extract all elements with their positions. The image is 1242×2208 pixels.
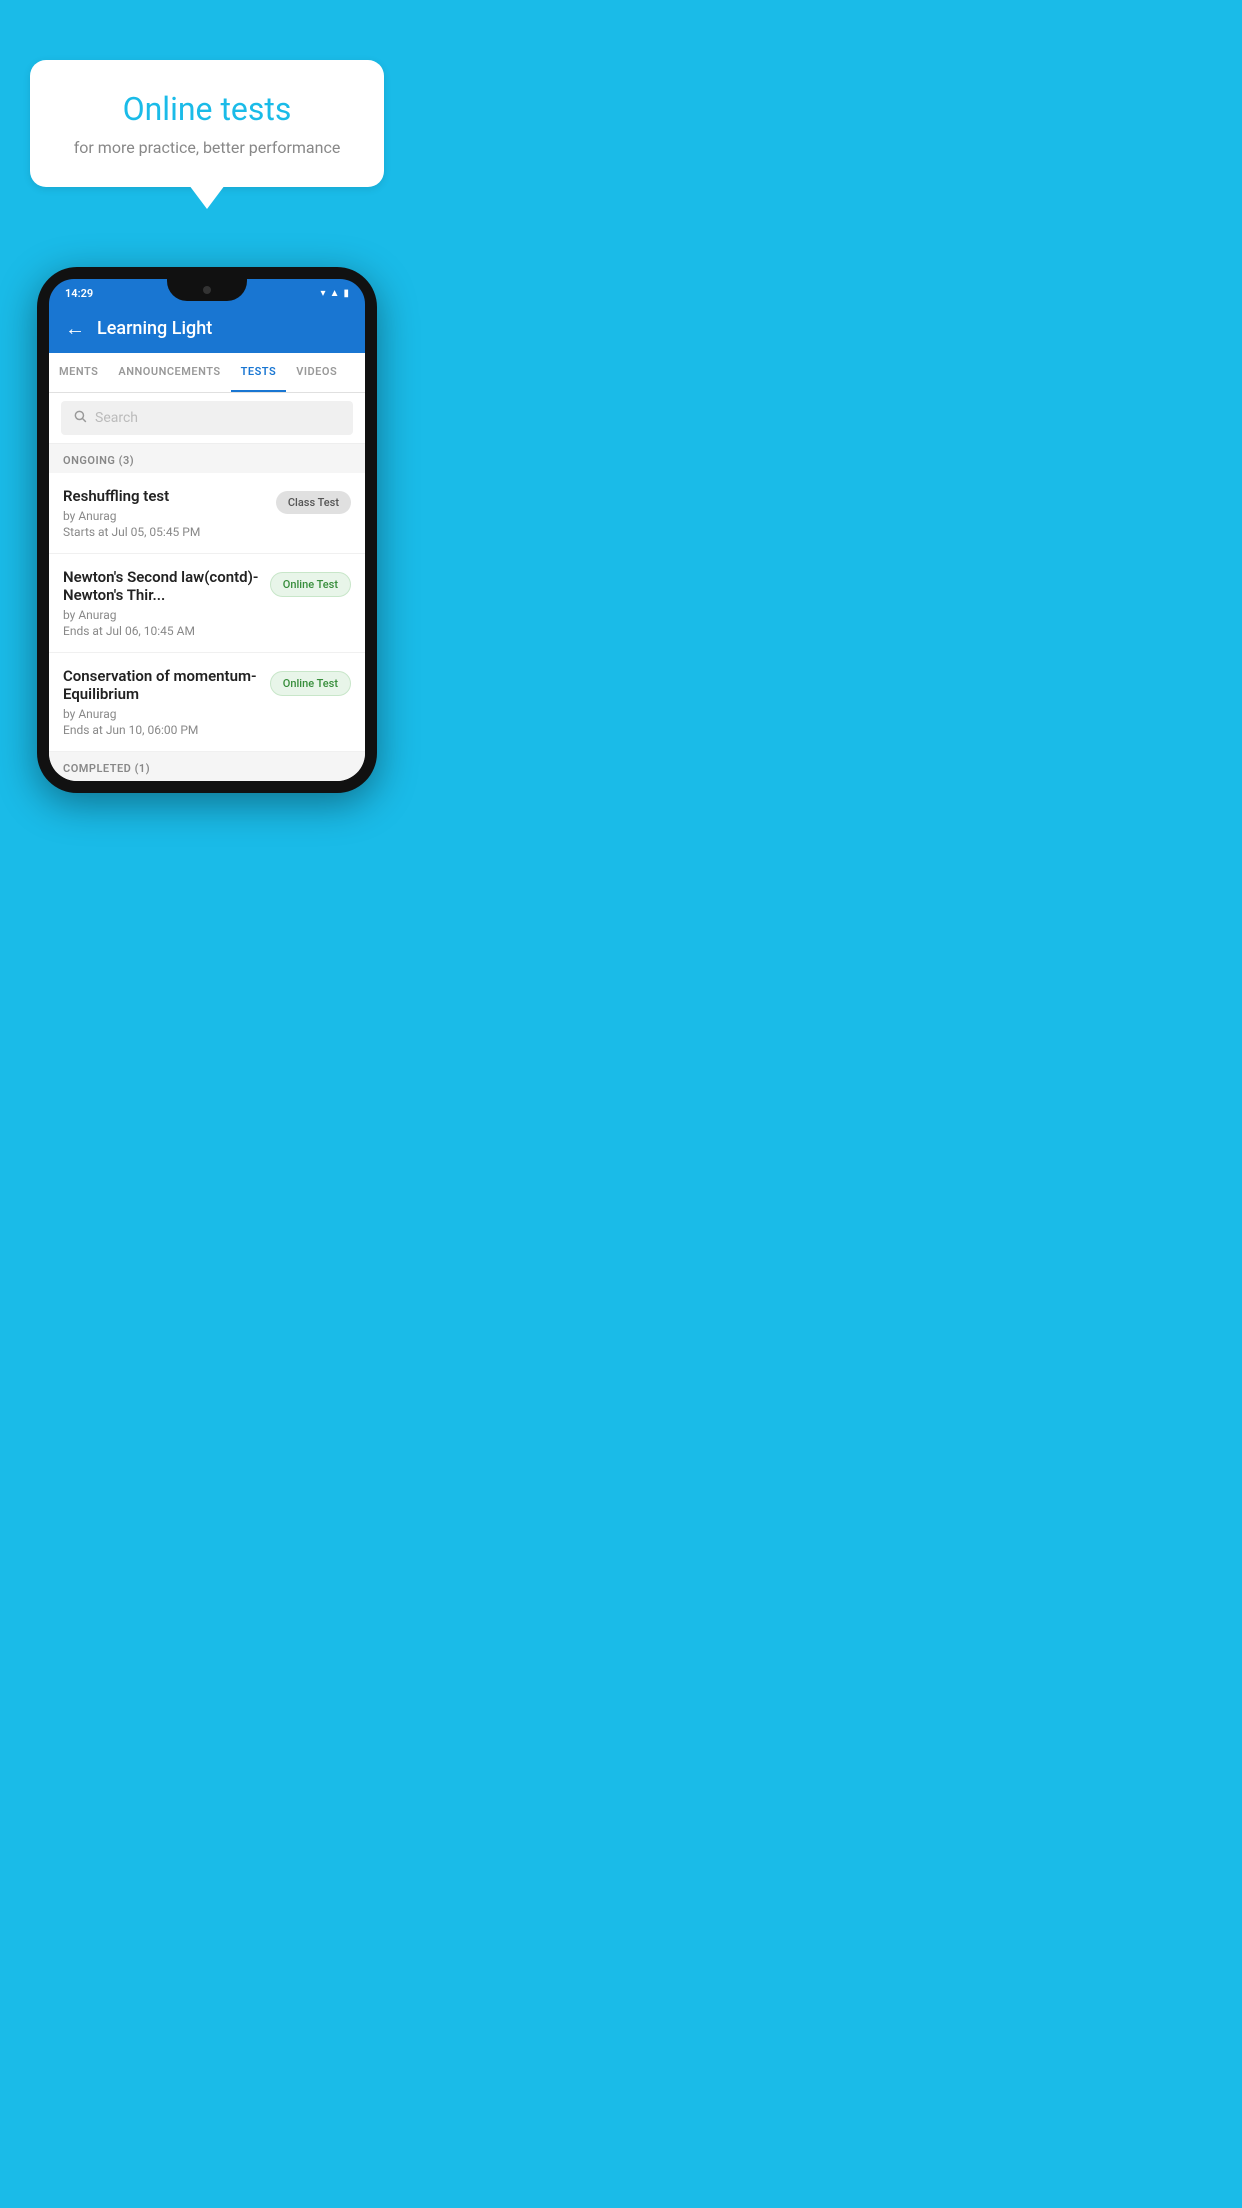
test-name: Newton's Second law(contd)-Newton's Thir… [63, 568, 260, 604]
search-container: Search [49, 393, 365, 444]
tab-ments[interactable]: MENTS [49, 353, 108, 392]
signal-icon: ▲ [330, 288, 340, 299]
test-info: Conservation of momentum-Equilibrium by … [63, 667, 270, 737]
test-by: by Anurag [63, 509, 266, 523]
test-info: Newton's Second law(contd)-Newton's Thir… [63, 568, 270, 638]
speech-bubble: Online tests for more practice, better p… [30, 60, 384, 187]
app-header: ← Learning Light [49, 304, 365, 353]
tab-announcements[interactable]: ANNOUNCEMENTS [108, 353, 230, 392]
phone-notch [167, 279, 247, 301]
test-info: Reshuffling test by Anurag Starts at Jul… [63, 487, 276, 539]
test-name: Conservation of momentum-Equilibrium [63, 667, 260, 703]
test-by: by Anurag [63, 608, 260, 622]
search-icon [73, 409, 87, 427]
hero-title: Online tests [70, 90, 344, 128]
tab-tests[interactable]: TESTS [231, 353, 287, 392]
test-by: by Anurag [63, 707, 260, 721]
camera [203, 286, 211, 294]
status-bar: 14:29 ▾ ▲ ▮ [49, 279, 365, 304]
battery-icon: ▮ [343, 288, 349, 299]
search-bar[interactable]: Search [61, 401, 353, 435]
wifi-icon: ▾ [321, 288, 326, 299]
list-item[interactable]: Newton's Second law(contd)-Newton's Thir… [49, 554, 365, 653]
search-placeholder: Search [95, 410, 138, 426]
ongoing-section-header: ONGOING (3) [49, 444, 365, 473]
status-badge: Online Test [270, 572, 351, 597]
test-name: Reshuffling test [63, 487, 266, 505]
tab-videos[interactable]: VIDEOS [286, 353, 347, 392]
test-date: Ends at Jun 10, 06:00 PM [63, 723, 260, 737]
test-date: Ends at Jul 06, 10:45 AM [63, 624, 260, 638]
app-title: Learning Light [97, 318, 212, 339]
list-item[interactable]: Conservation of momentum-Equilibrium by … [49, 653, 365, 752]
status-icons: ▾ ▲ ▮ [321, 288, 349, 299]
hero-section: Online tests for more practice, better p… [0, 0, 414, 217]
list-item[interactable]: Reshuffling test by Anurag Starts at Jul… [49, 473, 365, 554]
status-badge: Online Test [270, 671, 351, 696]
status-time: 14:29 [65, 287, 93, 300]
test-list: Reshuffling test by Anurag Starts at Jul… [49, 473, 365, 752]
hero-subtitle: for more practice, better performance [70, 138, 344, 157]
test-date: Starts at Jul 05, 05:45 PM [63, 525, 266, 539]
phone-screen: ← Learning Light MENTS ANNOUNCEMENTS TES… [49, 304, 365, 781]
completed-section-header: COMPLETED (1) [49, 752, 365, 781]
phone-mockup: 14:29 ▾ ▲ ▮ ← Learning Light MENTS ANNOU… [37, 267, 377, 793]
back-button[interactable]: ← [65, 316, 85, 341]
status-badge: Class Test [276, 491, 351, 514]
tabs-container: MENTS ANNOUNCEMENTS TESTS VIDEOS [49, 353, 365, 393]
